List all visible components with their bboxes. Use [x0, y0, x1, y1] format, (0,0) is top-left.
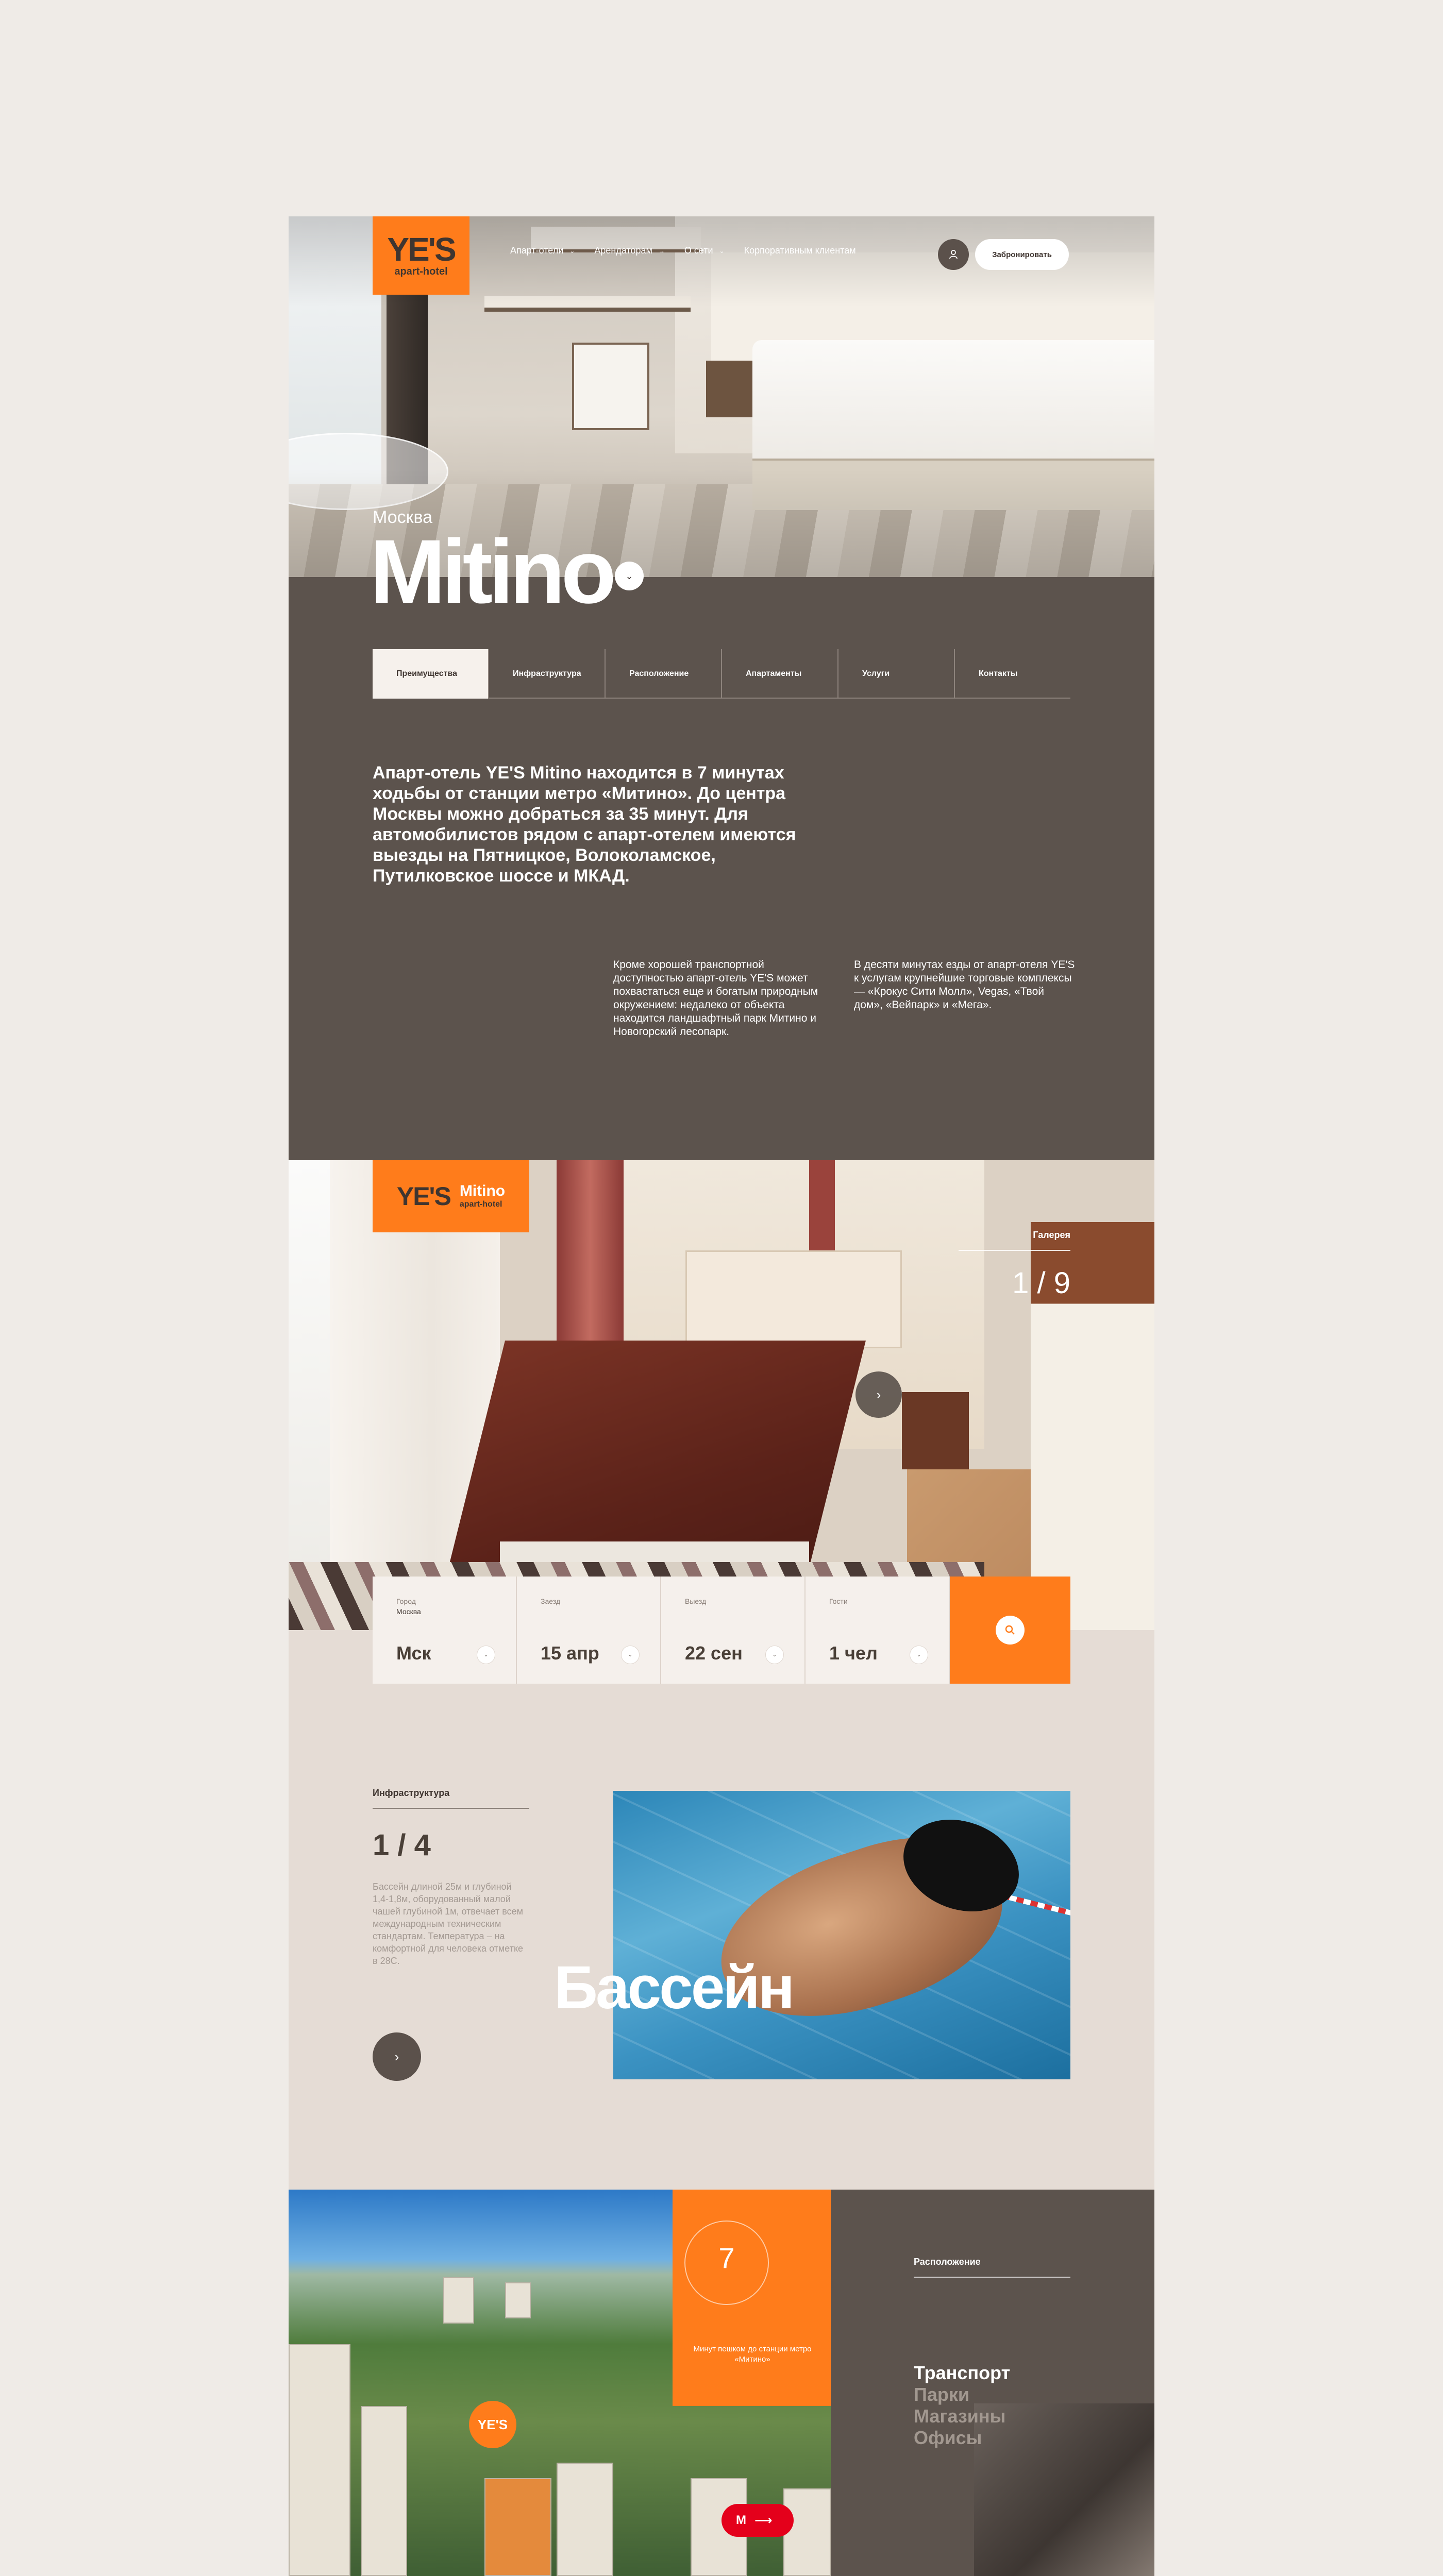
- user-button[interactable]: [938, 239, 969, 270]
- hotel-title: Mitino: [370, 521, 616, 622]
- section-tabs: Преимущества Инфраструктура Расположение…: [373, 649, 1070, 699]
- location-filter-offices[interactable]: Офисы: [914, 2427, 1010, 2449]
- location-filter-transport[interactable]: Транспорт: [914, 2362, 1010, 2384]
- hotel-logo: YE'S Mitino apart-hotel: [373, 1160, 529, 1232]
- tab-infrastructure[interactable]: Инфраструктура: [488, 649, 605, 699]
- book-button[interactable]: Забронировать: [975, 239, 1069, 270]
- logo-hotel-name: Mitino: [459, 1182, 506, 1199]
- infrastructure-title: Бассейн: [554, 1954, 795, 2022]
- distance-minutes: 7: [718, 2242, 735, 2274]
- guests-select[interactable]: Гости 1 чел ⌄: [806, 1577, 950, 1684]
- chevron-down-icon: ⌄: [910, 1646, 928, 1664]
- metro-map-pin[interactable]: М ⟶: [722, 2504, 794, 2537]
- field-value: Мск: [396, 1642, 431, 1664]
- location-filter-parks[interactable]: Парки: [914, 2384, 1010, 2405]
- gallery-label: Галерея: [959, 1230, 1070, 1251]
- intro-column-2: В десяти минутах езды от апарт-отеля YE'…: [854, 959, 1075, 1011]
- field-label: Гости: [829, 1597, 848, 1605]
- search-icon: [1005, 1625, 1015, 1635]
- field-label: Город: [396, 1597, 416, 1605]
- hotel-select-button[interactable]: ⌄: [615, 562, 644, 590]
- checkin-select[interactable]: Заезд 15 апр ⌄: [517, 1577, 661, 1684]
- nav-item-apart-hotels[interactable]: Апарт-отели ⌄: [510, 245, 575, 256]
- logo-text: YE'S: [387, 230, 456, 268]
- location-filter-list: Транспорт Парки Магазины Офисы: [914, 2362, 1010, 2449]
- tab-services[interactable]: Услуги: [837, 649, 954, 699]
- brand-logo[interactable]: YE'S apart-hotel: [373, 216, 469, 295]
- tab-contacts[interactable]: Контакты: [954, 649, 1070, 699]
- gallery-next-button[interactable]: ›: [855, 1371, 902, 1418]
- main-nav: Апарт-отели ⌄ Арендаторам → О сети ⌄ Кор…: [510, 245, 856, 256]
- chevron-right-icon: ›: [876, 1386, 881, 1402]
- field-value: 22 сен: [685, 1642, 743, 1664]
- chevron-down-icon: ⌄: [625, 570, 633, 581]
- arrow-right-icon: ⟶: [754, 2513, 773, 2528]
- distance-caption: Минут пешком до станции метро «Митино»: [693, 2345, 812, 2364]
- logo-subtitle: apart-hotel: [459, 1200, 502, 1209]
- city-select[interactable]: Город Москва Мск ⌄: [373, 1577, 517, 1684]
- metro-icon: М: [736, 2513, 746, 2527]
- chevron-right-icon: ›: [394, 2048, 399, 2064]
- page-frame: YE'S apart-hotel Апарт-отели ⌄ Арендатор…: [289, 216, 1154, 2576]
- location-filter-shops[interactable]: Магазины: [914, 2405, 1010, 2427]
- logo-text: YE'S: [396, 1182, 451, 1211]
- user-icon: [949, 250, 958, 259]
- infrastructure-label: Инфраструктура: [373, 1788, 529, 1809]
- nav-item-label: Апарт-отели: [510, 245, 564, 256]
- chevron-down-icon: ⌄: [719, 247, 725, 255]
- hotel-map-pin[interactable]: YE'S: [469, 2401, 516, 2448]
- field-value: 1 чел: [829, 1642, 878, 1664]
- chevron-down-icon: ⌄: [765, 1646, 784, 1664]
- booking-search-bar: Город Москва Мск ⌄ Заезд 15 апр ⌄ Выезд …: [373, 1577, 1070, 1684]
- field-label: Заезд: [541, 1597, 561, 1605]
- gallery-counter: 1 / 9: [1012, 1266, 1070, 1300]
- field-label: Выезд: [685, 1597, 707, 1605]
- pool-photo: [613, 1791, 1070, 2079]
- intro-lead: Апарт-отель YE'S Mitino находится в 7 ми…: [373, 763, 796, 886]
- chevron-down-icon: ⌄: [477, 1646, 495, 1664]
- chevron-down-icon: ⌄: [569, 247, 575, 255]
- checkout-select[interactable]: Выезд 22 сен ⌄: [661, 1577, 806, 1684]
- nav-item-label: Корпоративным клиентам: [744, 245, 856, 256]
- logo-subtitle: apart-hotel: [394, 265, 448, 277]
- nav-item-label: Арендаторам: [594, 245, 652, 256]
- nav-item-tenants[interactable]: Арендаторам →: [594, 245, 665, 256]
- infrastructure-counter: 1 / 4: [373, 1828, 431, 1862]
- nav-item-corporate[interactable]: Корпоративным клиентам: [744, 245, 856, 256]
- tab-apartments[interactable]: Апартаменты: [721, 649, 837, 699]
- field-value: 15 апр: [541, 1642, 599, 1664]
- infrastructure-description: Бассейн длиной 25м и глубиной 1,4-1,8м, …: [373, 1882, 524, 1966]
- arrow-right-icon: →: [658, 247, 665, 255]
- chevron-down-icon: ⌄: [621, 1646, 640, 1664]
- tab-advantages[interactable]: Преимущества: [373, 649, 488, 699]
- nav-item-label: О сети: [684, 245, 713, 256]
- tab-location[interactable]: Расположение: [605, 649, 721, 699]
- field-sublabel: Москва: [396, 1607, 421, 1616]
- location-label: Расположение: [914, 2257, 1070, 2278]
- infrastructure-next-button[interactable]: ›: [373, 2032, 421, 2081]
- search-button[interactable]: [950, 1577, 1070, 1684]
- nav-item-about[interactable]: О сети ⌄: [684, 245, 725, 256]
- metro-distance-card: [673, 2190, 831, 2406]
- intro-column-1: Кроме хорошей транспортной доступностью …: [613, 959, 818, 1038]
